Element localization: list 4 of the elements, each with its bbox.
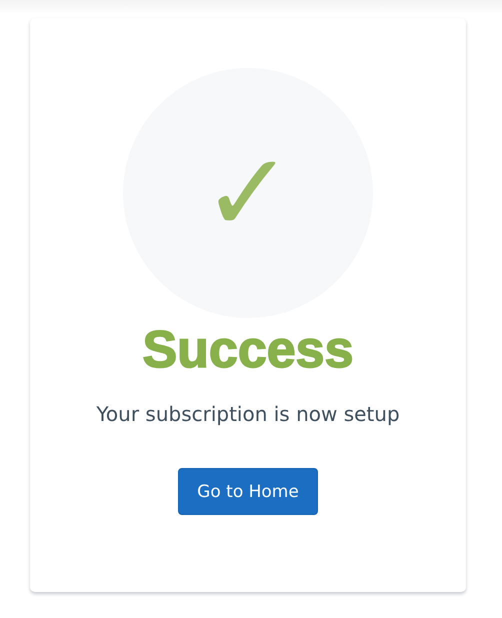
- checkmark: ✓: [202, 138, 294, 248]
- success-message: Your subscription is now setup: [96, 402, 400, 426]
- home-button[interactable]: Go to Home: [178, 468, 318, 515]
- success-title: Success: [142, 320, 354, 380]
